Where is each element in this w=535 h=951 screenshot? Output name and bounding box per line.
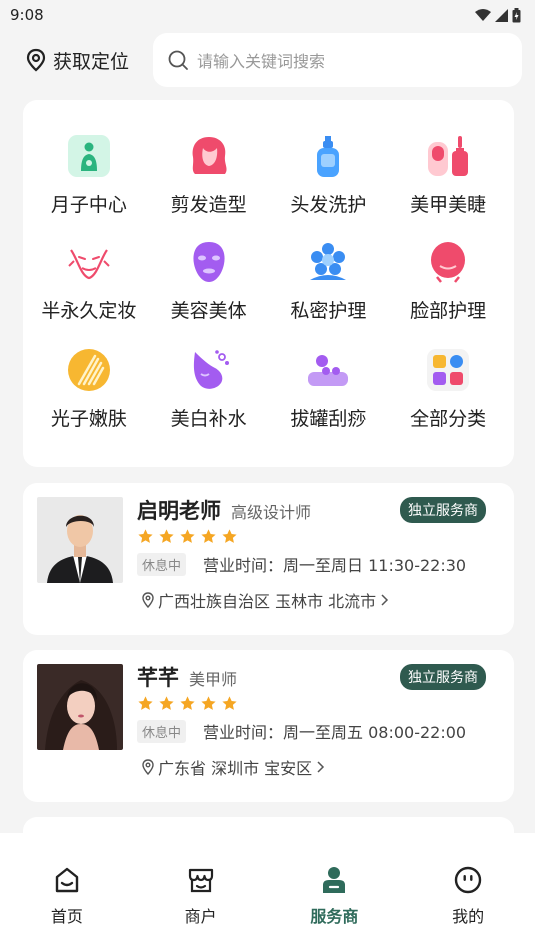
status-icons [475,7,521,23]
location-pin-icon [26,48,46,72]
provider-name-row: 芊芊 美甲师 [137,662,237,692]
location-pin-icon [142,592,154,608]
address-text: 广西壮族自治区 玉林市 北流市 [158,592,377,611]
category-nails[interactable]: 美甲美睫 [388,100,508,216]
provider-address[interactable]: 广东省 深圳市 宝安区 [141,755,325,779]
battery-icon [512,7,521,22]
category-label: 拔罐刮痧 [290,408,367,430]
location-pin-icon [142,759,154,775]
whitening-icon [187,348,231,392]
maternity-icon [67,134,111,178]
provider-name: 芊芊 [137,666,179,690]
face-mask-icon [187,240,231,284]
provider-card[interactable]: 启明老师 高级设计师 独立服务商 休息中 营业时间：周一至周日 11:30-22:… [23,483,514,635]
all-categories-icon [426,348,470,392]
status-badge: 休息中 [137,553,187,576]
category-face-care[interactable]: 脸部护理 [388,208,508,322]
star-icon [201,696,216,710]
category-shampoo[interactable]: 头发洗护 [269,100,389,216]
tab-merchants[interactable]: 商户 [134,833,268,951]
hairstyle-icon [187,134,231,178]
star-icon [159,696,174,710]
category-private-care[interactable]: 私密护理 [269,208,389,322]
provider-avatar [37,497,123,583]
address-text: 广东省 深圳市 宝安区 [158,759,313,778]
status-time: 9:08 [10,6,44,24]
status-badge: 休息中 [137,720,187,743]
star-icon [138,696,153,710]
category-label: 美白补水 [170,408,247,430]
wifi-icon [475,8,491,21]
flower-icon [306,240,350,284]
provider-card[interactable]: 芊芊 美甲师 独立服务商 休息中 营业时间：周一至周五 08:00-22:00 广… [23,650,514,802]
face-care-icon [426,240,470,284]
light-skin-icon [67,348,111,392]
rating-stars [137,695,238,712]
header: 获取定位 请输入关键词搜索 [0,33,535,87]
business-hours: 营业时间：周一至周五 08:00-22:00 [203,723,467,742]
category-panel: 月子中心 剪发造型 头发洗护 美甲美睫 半永久定妆 美容美体 私密护理 脸部护理… [23,100,514,467]
provider-avatar [37,664,123,750]
star-icon [201,529,216,543]
tab-label: 我的 [452,907,485,926]
provider-role: 高级设计师 [231,503,312,522]
provider-badge: 独立服务商 [400,497,486,523]
star-icon [222,696,237,710]
tab-label: 商户 [184,907,217,926]
shop-icon [188,868,213,893]
category-whitening[interactable]: 美白补水 [149,316,269,430]
home-icon [55,867,79,893]
category-all[interactable]: 全部分类 [388,316,508,430]
tab-profile[interactable]: 我的 [401,833,535,951]
signal-icon [495,8,508,22]
star-icon [180,696,195,710]
category-hairstyle[interactable]: 剪发造型 [149,100,269,216]
category-label: 光子嫩肤 [50,408,127,430]
chevron-right-icon [317,761,325,773]
bottom-tab-bar: 首页 商户 服务商 我的 [0,833,535,951]
provider-name-row: 启明老师 高级设计师 [137,495,311,525]
provider-badge: 独立服务商 [400,664,486,690]
provider-role: 美甲师 [189,670,238,689]
search-icon [168,50,188,70]
location-label: 获取定位 [53,50,130,73]
star-icon [138,529,153,543]
search-input[interactable]: 请输入关键词搜索 [153,33,522,87]
category-beauty-body[interactable]: 美容美体 [149,208,269,322]
provider-address[interactable]: 广西壮族自治区 玉林市 北流市 [141,588,389,612]
cupping-icon [306,348,350,392]
provider-name: 启明老师 [137,499,221,523]
category-cupping[interactable]: 拔罐刮痧 [269,316,389,430]
chevron-right-icon [381,594,389,606]
star-icon [180,529,195,543]
provider-icon [323,867,346,893]
tab-home[interactable]: 首页 [0,833,134,951]
face-makeup-icon [67,240,111,284]
rating-stars [137,528,238,545]
get-location-button[interactable]: 获取定位 [25,47,145,74]
search-placeholder: 请输入关键词搜索 [197,52,326,71]
category-label: 全部分类 [410,408,487,430]
business-hours: 营业时间：周一至周日 11:30-22:30 [203,556,467,575]
tab-label: 首页 [50,907,83,926]
star-icon [222,529,237,543]
profile-icon [454,866,482,894]
category-maternity[interactable]: 月子中心 [29,100,149,216]
category-makeup[interactable]: 半永久定妆 [29,208,149,322]
tab-label: 服务商 [310,907,359,926]
nail-polish-icon [426,134,470,178]
tab-providers[interactable]: 服务商 [268,833,402,951]
category-photo-rejuvenation[interactable]: 光子嫩肤 [29,316,149,430]
shampoo-icon [306,134,350,178]
status-bar: 9:08 [0,0,535,30]
star-icon [159,529,174,543]
